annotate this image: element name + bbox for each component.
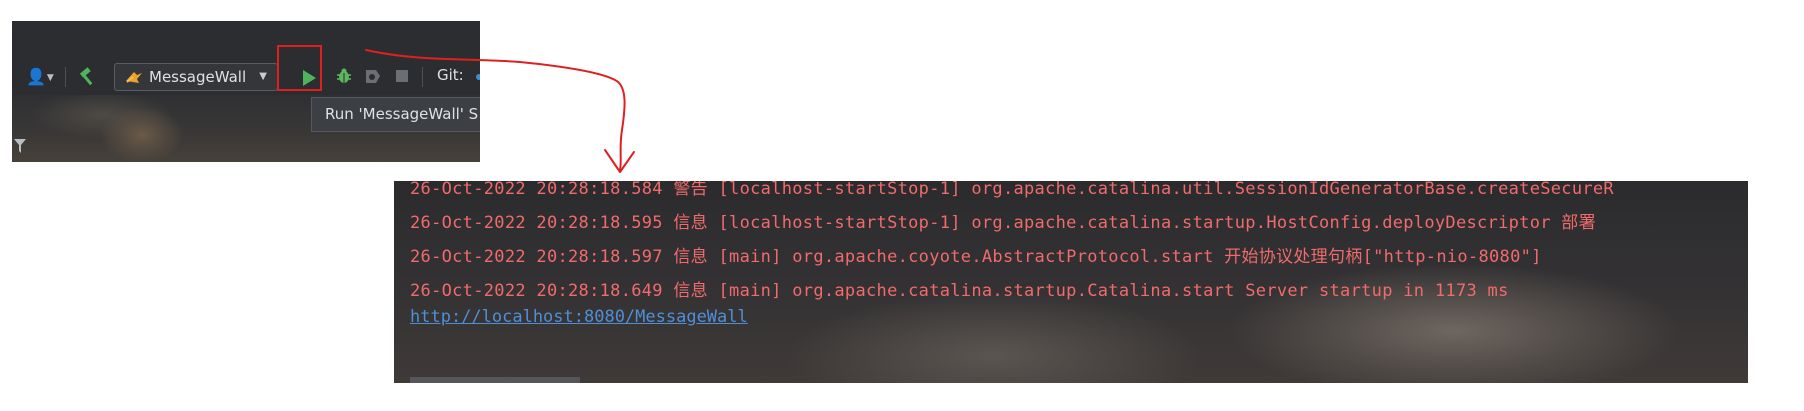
toolbar-separator: [422, 67, 423, 87]
main-toolbar: 👤▼ MessageWall ▼ Git:: [12, 61, 480, 91]
console-output-screenshot: 26-Oct-2022 20:28:18.584 警告 [localhost-s…: [394, 181, 1748, 383]
toolbar-separator: [65, 67, 66, 87]
chevron-down-icon: ▼: [259, 71, 267, 82]
run-config-label: MessageWall: [149, 68, 247, 86]
annotation-highlight-box: [277, 45, 322, 91]
log-line: 26-Oct-2022 20:28:18.597 信息 [main] org.a…: [410, 247, 1542, 267]
localhost-link[interactable]: http://localhost:8080/MessageWall: [410, 307, 748, 327]
stop-icon[interactable]: [396, 70, 408, 82]
run-config-selector[interactable]: MessageWall ▼: [114, 63, 278, 91]
user-icon[interactable]: 👤▼: [26, 69, 54, 86]
profile-icon[interactable]: [364, 68, 382, 85]
hammer-icon[interactable]: [78, 67, 98, 87]
ide-toolbar-screenshot: 👤▼ MessageWall ▼ Git: Run 'MessageWall' …: [12, 21, 480, 162]
filter-icon[interactable]: [14, 139, 26, 153]
git-label: Git:: [437, 66, 464, 84]
log-line: 26-Oct-2022 20:28:18.595 信息 [localhost-s…: [410, 213, 1596, 233]
log-line: 26-Oct-2022 20:28:18.584 警告 [localhost-s…: [410, 181, 1614, 199]
run-config-icon: [126, 72, 142, 83]
debug-icon[interactable]: [335, 67, 353, 85]
run-tooltip: Run 'MessageWall' S: [311, 97, 480, 132]
log-line: 26-Oct-2022 20:28:18.649 信息 [main] org.a…: [410, 281, 1509, 301]
git-status-icon[interactable]: [476, 74, 480, 80]
horizontal-scrollbar[interactable]: [410, 377, 580, 383]
